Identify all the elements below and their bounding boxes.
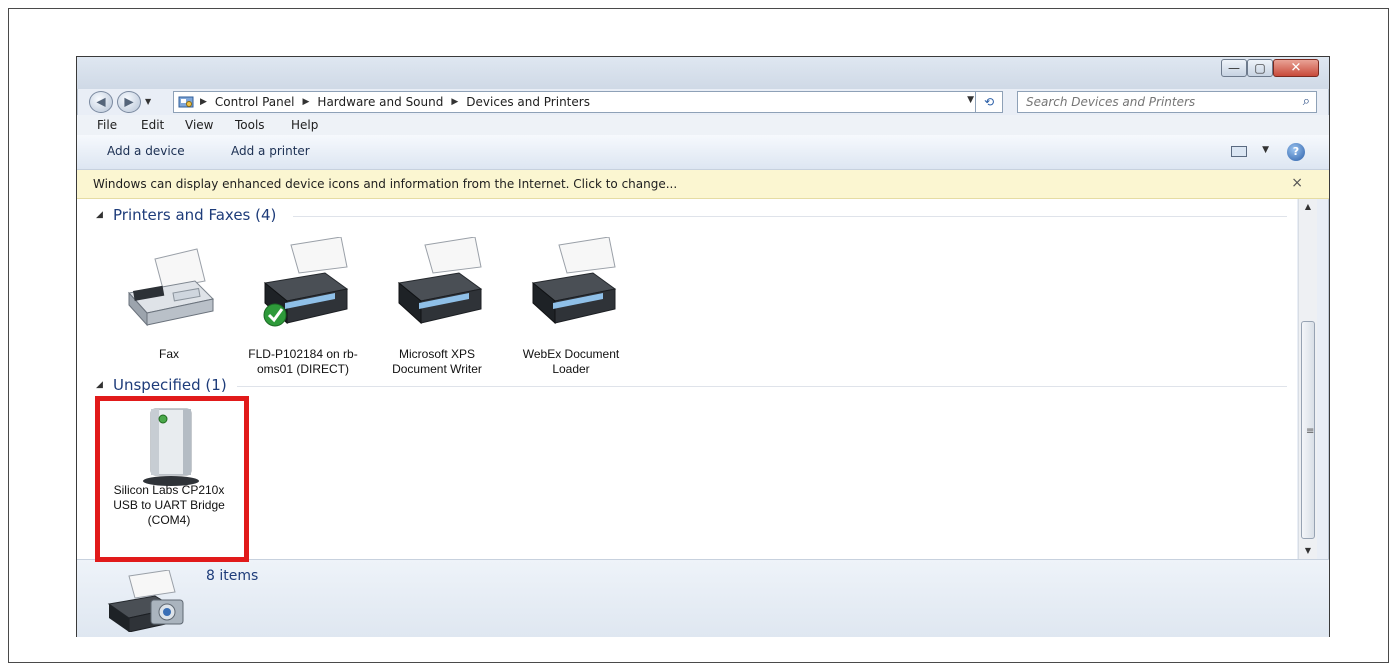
breadcrumb-separator-icon[interactable]: ▶ (200, 97, 207, 107)
fax-machine-icon (128, 248, 215, 327)
group-header[interactable]: Unspecified (1) (113, 376, 227, 394)
caption-buttons: — ▢ ✕ (1221, 59, 1319, 79)
collapse-triangle-icon[interactable]: ◢ (96, 210, 103, 220)
information-bar[interactable]: Windows can display enhanced device icon… (77, 170, 1329, 199)
maximize-icon: ▢ (1254, 61, 1266, 75)
minimize-button[interactable]: — (1221, 59, 1247, 77)
close-button[interactable]: ✕ (1273, 59, 1319, 77)
breadcrumb-control-panel[interactable]: Control Panel (215, 95, 295, 109)
menu-edit[interactable]: Edit (141, 118, 164, 132)
help-icon[interactable]: ? (1287, 143, 1305, 161)
command-bar: Add a device Add a printer ▼ ? (77, 135, 1329, 170)
search-box[interactable]: ⌕ (1017, 91, 1317, 113)
view-options-dropdown-icon[interactable]: ▼ (1262, 145, 1269, 155)
control-panel-icon (178, 96, 194, 108)
printer-icon (397, 237, 483, 325)
group-printers-and-faxes[interactable]: ◢ Printers and Faxes (4) (77, 205, 1297, 229)
back-button[interactable]: ◀ (89, 91, 113, 113)
menu-tools[interactable]: Tools (235, 118, 265, 132)
highlight-annotation-box (95, 396, 249, 562)
navigation-bar: ◀ ▶ ▼ ▶ Control Panel ▶ Hardware and Sou… (77, 89, 1329, 115)
vertical-scrollbar[interactable]: ▲ ≡ ▼ (1298, 199, 1317, 559)
scroll-down-arrow-icon[interactable]: ▼ (1299, 543, 1317, 559)
forward-button[interactable]: ▶ (117, 91, 141, 113)
scrollbar-thumb[interactable]: ≡ (1301, 321, 1315, 539)
menu-file[interactable]: File (97, 118, 117, 132)
close-icon: ✕ (1290, 60, 1302, 76)
change-view-icon[interactable] (1231, 146, 1247, 157)
grip-icon: ≡ (1306, 426, 1315, 437)
device-item-webex-document-loader[interactable]: WebEx Document Loader (507, 237, 635, 377)
forward-arrow-icon: ▶ (124, 94, 134, 109)
printer-icon (263, 237, 349, 327)
menu-view[interactable]: View (185, 118, 213, 132)
details-pane: 8 items (77, 559, 1329, 637)
refresh-icon[interactable]: ⟲ (975, 92, 1002, 112)
device-label: WebEx Document Loader (522, 347, 620, 376)
address-bar[interactable]: ▶ Control Panel ▶ Hardware and Sound ▶ D… (173, 91, 1003, 113)
title-bar: — ▢ ✕ (77, 57, 1329, 89)
breadcrumb-devices-and-printers[interactable]: Devices and Printers (466, 95, 590, 109)
group-unspecified[interactable]: ◢ Unspecified (1) (77, 375, 1297, 399)
collapse-triangle-icon[interactable]: ◢ (96, 380, 103, 390)
device-item-fld-printer[interactable]: FLD-P102184 on rb-oms01 (DIRECT) (239, 237, 367, 377)
add-printer-button[interactable]: Add a printer (231, 144, 310, 158)
add-device-button[interactable]: Add a device (107, 144, 185, 158)
back-arrow-icon: ◀ (96, 94, 106, 109)
device-label: Microsoft XPS Document Writer (392, 347, 482, 376)
maximize-button[interactable]: ▢ (1247, 59, 1273, 77)
printer-icon (531, 237, 617, 325)
group-header[interactable]: Printers and Faxes (4) (113, 206, 276, 224)
device-item-microsoft-xps-document-writer[interactable]: Microsoft XPS Document Writer (373, 237, 501, 377)
breadcrumb-hardware-and-sound[interactable]: Hardware and Sound (317, 95, 443, 109)
information-bar-message[interactable]: Windows can display enhanced device icon… (93, 177, 677, 191)
devices-and-printers-icon (107, 570, 184, 632)
menu-help[interactable]: Help (291, 118, 318, 132)
close-information-bar-icon[interactable]: × (1291, 175, 1303, 191)
group-divider (237, 386, 1287, 387)
item-count: 8 items (206, 568, 259, 584)
scroll-up-arrow-icon[interactable]: ▲ (1299, 199, 1317, 215)
group-divider (293, 216, 1287, 217)
menu-bar: File Edit View Tools Help (77, 115, 1329, 135)
search-icon[interactable]: ⌕ (1303, 94, 1310, 109)
device-label: Fax (158, 347, 179, 361)
explorer-window: — ▢ ✕ ◀ ▶ ▼ ▶ Control Panel ▶ Hardware a… (76, 56, 1330, 637)
recent-pages-dropdown-icon[interactable]: ▼ (145, 97, 151, 106)
breadcrumb-separator-icon[interactable]: ▶ (303, 97, 310, 107)
minimize-icon: — (1228, 61, 1240, 75)
search-input[interactable] (1018, 92, 1304, 112)
device-item-fax[interactable]: Fax (105, 237, 233, 367)
breadcrumb: ▶ Control Panel ▶ Hardware and Sound ▶ D… (200, 95, 590, 109)
breadcrumb-separator-icon[interactable]: ▶ (451, 97, 458, 107)
device-list: ◢ Printers and Faxes (4) Fax FLD-P102184… (77, 199, 1297, 559)
address-dropdown-icon[interactable]: ▼ (967, 95, 974, 105)
device-label: FLD-P102184 on rb-oms01 (DIRECT) (248, 347, 358, 376)
